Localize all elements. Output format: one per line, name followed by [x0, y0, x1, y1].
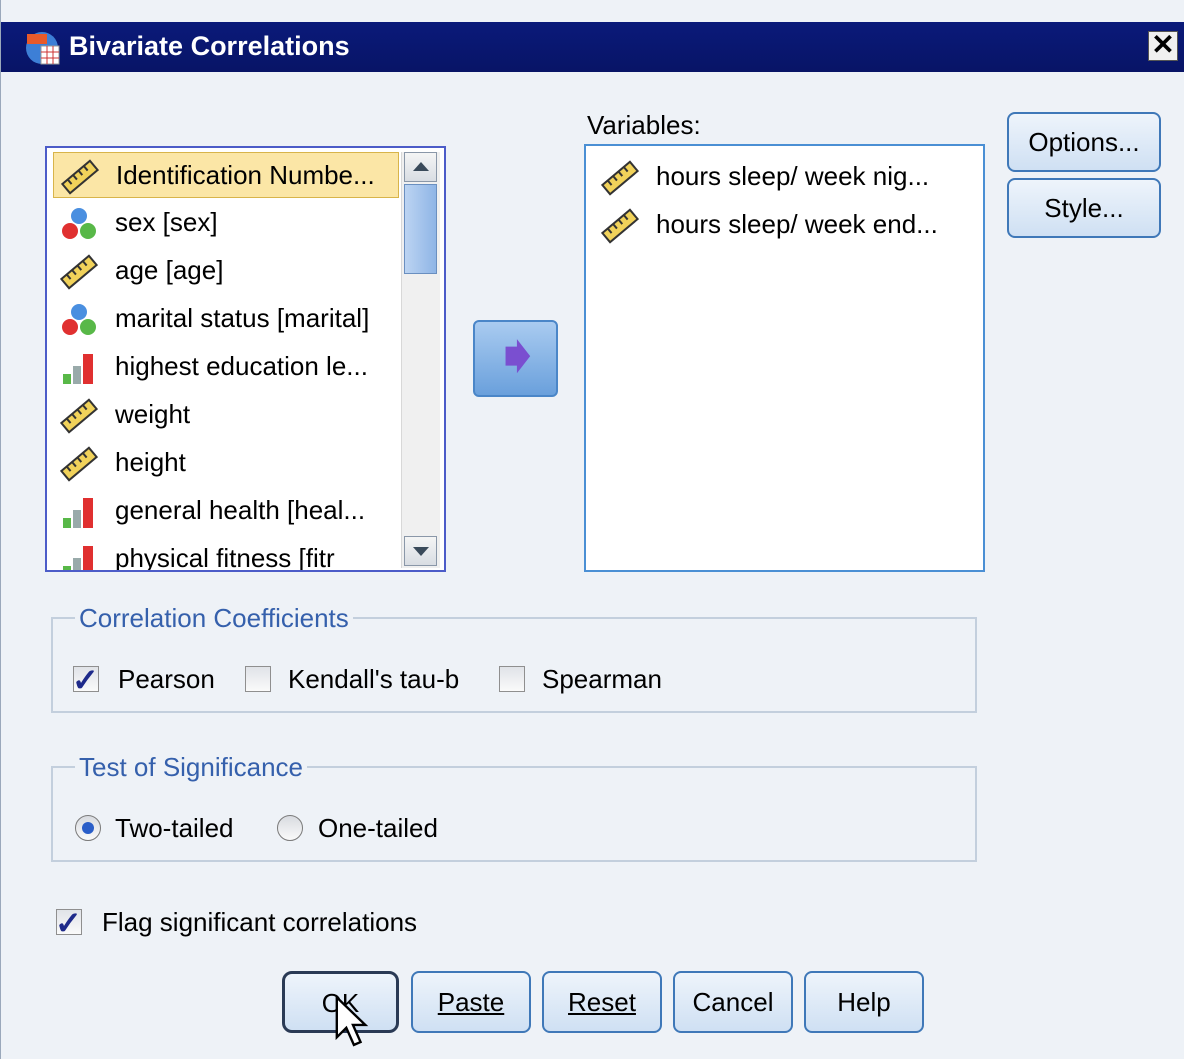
two-tailed-radio[interactable]: [75, 815, 101, 841]
help-button[interactable]: Help: [804, 971, 924, 1033]
move-to-variables-button[interactable]: [473, 320, 558, 397]
list-item[interactable]: weight: [53, 392, 399, 438]
ruler-icon: [59, 398, 99, 434]
flag-significant-label: Flag significant correlations: [102, 907, 418, 937]
bivariate-correlations-dialog: Bivariate Correlations ✕ Identification …: [0, 0, 1184, 1059]
correlation-coefficients-title: Correlation Coefficients: [75, 603, 353, 634]
ruler-icon: [59, 446, 99, 482]
ruler-icon: [600, 208, 640, 244]
list-item[interactable]: highest education le...: [53, 344, 399, 390]
list-item[interactable]: height: [53, 440, 399, 486]
list-item-label: marital status [marital]: [115, 303, 370, 333]
test-of-significance-title: Test of Significance: [75, 752, 308, 783]
variables-label: Variables:: [587, 110, 701, 141]
title-bar[interactable]: Bivariate Correlations ✕: [1, 22, 1184, 72]
move-right-arrow-icon: [505, 339, 531, 374]
list-item[interactable]: sex [sex]: [53, 200, 399, 246]
scroll-thumb[interactable]: [404, 184, 437, 274]
window-title: Bivariate Correlations: [69, 31, 350, 61]
source-variable-list[interactable]: Identification Numbe... sex [sex] age [a…: [45, 146, 446, 572]
list-item[interactable]: hours sleep/ week nig...: [594, 154, 979, 200]
pearson-label: Pearson: [118, 664, 215, 694]
list-item-label: age [age]: [115, 255, 224, 285]
list-item-label: Identification Numbe...: [116, 160, 375, 190]
reset-button-label: Reset: [568, 987, 636, 1017]
list-item-label: physical fitness [fitr: [115, 543, 335, 572]
list-item[interactable]: marital status [marital]: [53, 296, 399, 342]
variables-list[interactable]: hours sleep/ week nig... hours sleep/ we…: [584, 144, 985, 572]
nominal-icon: [62, 304, 96, 335]
ordinal-icon: [63, 498, 93, 528]
ordinal-icon: [63, 546, 93, 570]
paste-button[interactable]: Paste: [411, 971, 531, 1033]
checkmark-icon: ✓: [55, 905, 82, 941]
checkmark-icon: ✓: [72, 662, 99, 698]
ordinal-icon: [63, 354, 93, 384]
list-item[interactable]: general health [heal...: [53, 488, 399, 534]
chevron-down-icon: [413, 547, 429, 556]
reset-button[interactable]: Reset: [542, 971, 662, 1033]
pearson-checkbox[interactable]: ✓: [72, 662, 99, 698]
ruler-icon: [60, 159, 100, 195]
help-button-label: Help: [837, 987, 891, 1017]
spearman-label: Spearman: [542, 664, 662, 694]
variables-label-text: Variables:: [587, 110, 701, 140]
two-tailed-label: Two-tailed: [115, 813, 234, 843]
options-button[interactable]: Options...: [1007, 112, 1161, 172]
nominal-icon: [62, 208, 96, 239]
vertical-scrollbar[interactable]: [401, 152, 440, 568]
list-item-label: sex [sex]: [115, 207, 218, 237]
list-item-label: height: [115, 447, 186, 477]
style-button-label: Style...: [1044, 193, 1124, 223]
paste-button-label: Paste: [437, 987, 505, 1017]
kendall-label: Kendall's tau-b: [288, 664, 460, 694]
one-tailed-radio[interactable]: [277, 815, 303, 841]
flag-significant-checkbox[interactable]: ✓: [55, 905, 82, 941]
ruler-icon: [59, 254, 99, 290]
radio-selected-dot: [82, 822, 94, 834]
style-button[interactable]: Style...: [1007, 178, 1161, 238]
cancel-button[interactable]: Cancel: [673, 971, 793, 1033]
list-item-label: hours sleep/ week nig...: [656, 161, 930, 191]
ruler-icon: [600, 160, 640, 196]
close-button[interactable]: ✕: [1148, 31, 1178, 61]
one-tailed-label: One-tailed: [318, 813, 438, 843]
mouse-cursor-icon: [335, 995, 369, 1047]
close-icon: ✕: [1151, 29, 1175, 60]
app-icon: [26, 32, 60, 65]
list-item[interactable]: hours sleep/ week end...: [594, 202, 979, 248]
list-item-label: hours sleep/ week end...: [656, 209, 938, 239]
list-item[interactable]: Identification Numbe...: [53, 152, 399, 198]
options-button-label: Options...: [1028, 127, 1140, 157]
list-item[interactable]: physical fitness [fitr: [53, 536, 399, 572]
scroll-down-button[interactable]: [404, 536, 437, 566]
cancel-button-label: Cancel: [692, 987, 774, 1017]
scroll-up-button[interactable]: [404, 152, 437, 182]
list-item-label: highest education le...: [115, 351, 368, 381]
list-item[interactable]: age [age]: [53, 248, 399, 294]
kendall-checkbox[interactable]: [245, 666, 271, 692]
list-item-label: general health [heal...: [115, 495, 366, 525]
spearman-checkbox[interactable]: [499, 666, 525, 692]
chevron-up-icon: [413, 162, 429, 171]
list-item-label: weight: [115, 399, 191, 429]
